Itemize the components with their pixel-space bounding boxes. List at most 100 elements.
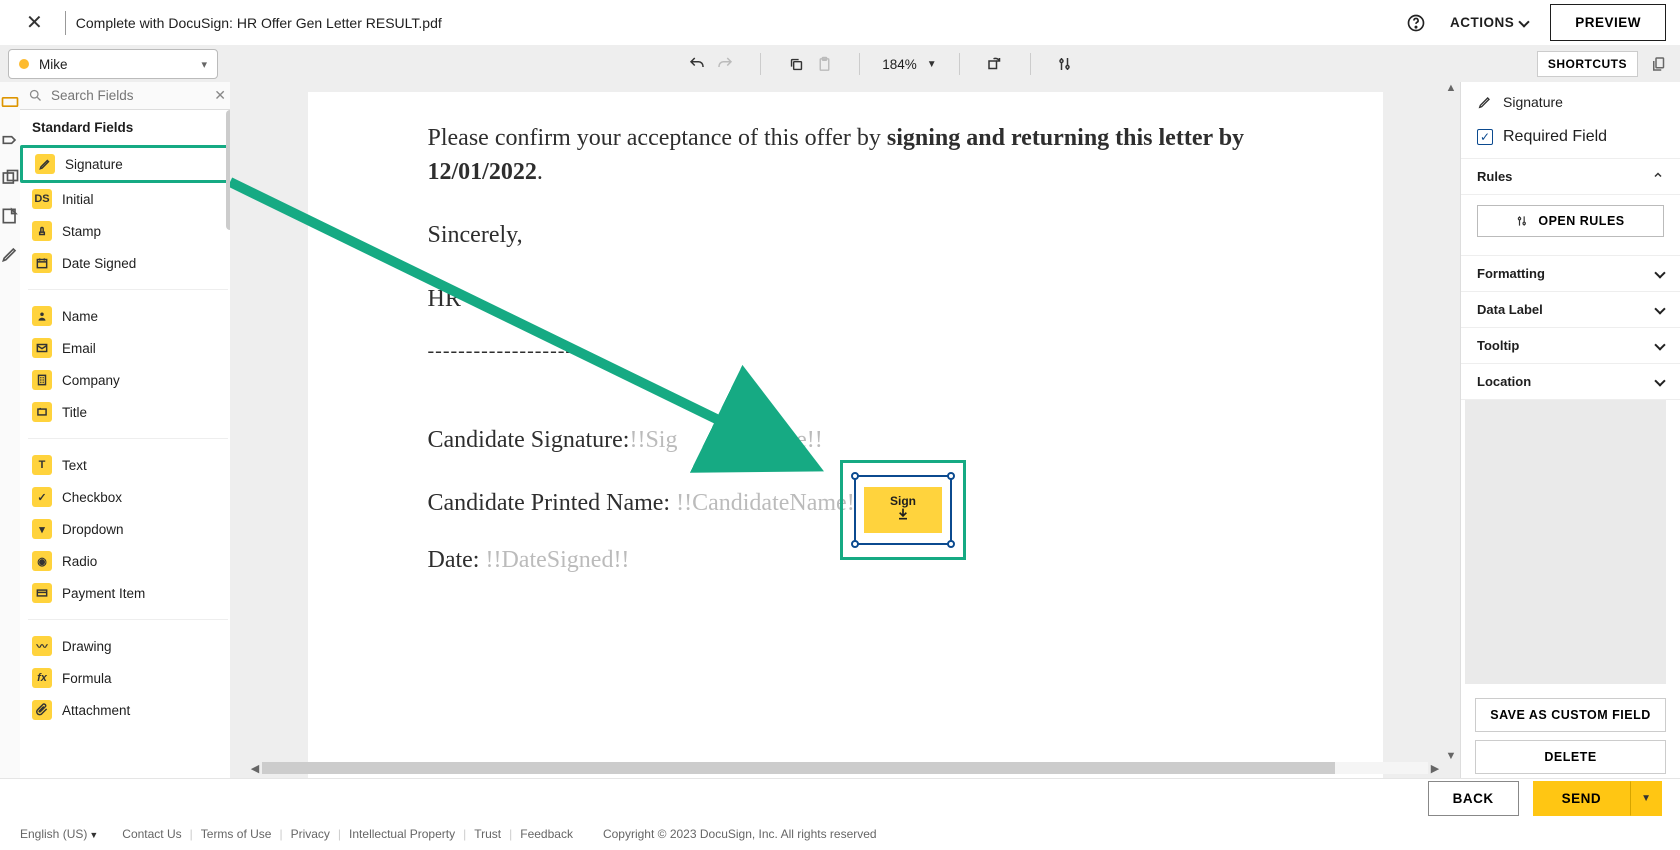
resize-handle[interactable]	[947, 540, 955, 548]
field-title[interactable]: Title	[20, 396, 236, 428]
scroll-up-icon[interactable]: ▲	[1446, 82, 1457, 94]
dropdown-icon: ▾	[32, 519, 52, 539]
field-payment[interactable]: Payment Item	[20, 577, 236, 609]
field-stamp[interactable]: Stamp	[20, 215, 236, 247]
doc-sincerely: Sincerely,	[428, 219, 1263, 253]
signature-field[interactable]: Sign	[854, 475, 952, 545]
field-checkbox[interactable]: ✓Checkbox	[20, 481, 236, 513]
edit-tab-icon[interactable]	[0, 244, 20, 264]
field-initial[interactable]: DSInitial	[20, 183, 236, 215]
divider	[760, 53, 761, 75]
search-icon	[28, 88, 43, 103]
delete-field-button[interactable]: DELETE	[1475, 740, 1666, 774]
footer-link[interactable]: Intellectual Property	[349, 827, 455, 841]
field-date-signed[interactable]: Date Signed	[20, 247, 236, 279]
prefill-tab-icon[interactable]	[0, 206, 20, 226]
help-icon[interactable]	[1406, 13, 1426, 33]
drawing-icon: 〰	[32, 636, 52, 656]
cand-sig-label: Candidate Signature:	[428, 427, 630, 454]
document-canvas[interactable]: Please confirm your acceptance of this o…	[230, 82, 1460, 778]
scroll-track[interactable]	[262, 762, 1428, 774]
field-label: Stamp	[62, 224, 101, 239]
paste-button[interactable]	[811, 51, 837, 77]
name-icon	[32, 306, 52, 326]
footer-link[interactable]: Contact Us	[122, 827, 181, 841]
custom-fields-tab-icon[interactable]	[0, 130, 20, 150]
open-rules-button[interactable]: OPEN RULES	[1477, 205, 1664, 237]
footer-link[interactable]: Trust	[474, 827, 501, 841]
field-formula[interactable]: fxFormula	[20, 662, 236, 694]
field-name[interactable]: Name	[20, 300, 236, 332]
resize-handle[interactable]	[851, 540, 859, 548]
close-icon[interactable]: ✕	[14, 10, 55, 35]
acc-tooltip[interactable]: Tooltip	[1461, 328, 1680, 364]
acc-label: Tooltip	[1477, 338, 1519, 353]
undo-button[interactable]	[684, 51, 710, 77]
resize-handle[interactable]	[851, 472, 859, 480]
field-signature[interactable]: Signature	[20, 145, 236, 183]
sign-inner: Sign	[864, 487, 942, 533]
field-dropdown[interactable]: ▾Dropdown	[20, 513, 236, 545]
actions-button[interactable]: ACTIONS	[1438, 9, 1540, 36]
resize-handle[interactable]	[947, 472, 955, 480]
language-select[interactable]: English (US)▼	[20, 827, 98, 841]
redo-button[interactable]	[712, 51, 738, 77]
divider	[28, 289, 228, 290]
field-email[interactable]: Email	[20, 332, 236, 364]
save-custom-field-button[interactable]: SAVE AS CUSTOM FIELD	[1475, 698, 1666, 732]
field-attachment[interactable]: Attachment	[20, 694, 236, 726]
acc-data-label[interactable]: Data Label	[1461, 292, 1680, 328]
zoom-control[interactable]: 184% ▼	[882, 57, 936, 72]
send-options-button[interactable]: ▼	[1630, 781, 1662, 816]
rotate-button[interactable]	[982, 51, 1008, 77]
doc-text: .	[537, 159, 543, 185]
scroll-right-icon[interactable]: ▶	[1428, 761, 1442, 775]
divider	[959, 53, 960, 75]
properties-panel: Signature ✓ Required Field Rules OPEN RU…	[1460, 82, 1680, 778]
scroll-down-icon[interactable]: ▼	[1446, 750, 1457, 762]
chevron-down-icon	[1654, 375, 1665, 386]
send-button[interactable]: SEND	[1533, 781, 1631, 816]
recipient-select[interactable]: Mike ▾	[8, 49, 218, 79]
footer-link[interactable]: Terms of Use	[201, 827, 272, 841]
lang-label: English (US)	[20, 827, 87, 841]
preview-button[interactable]: PREVIEW	[1550, 4, 1666, 41]
shortcuts-button[interactable]: SHORTCUTS	[1537, 51, 1638, 77]
chevron-down-icon: ▾	[201, 58, 207, 71]
field-label: Title	[62, 405, 87, 420]
toolbar: Mike ▾ 184% ▼ SHORTCUTS	[0, 46, 1680, 82]
standard-fields-tab-icon[interactable]	[0, 92, 20, 112]
acc-formatting[interactable]: Formatting	[1461, 256, 1680, 292]
field-radio[interactable]: ◉Radio	[20, 545, 236, 577]
cand-pn-ghost: !!CandidateName!!	[676, 490, 863, 516]
actions-label: ACTIONS	[1450, 15, 1514, 30]
scroll-filler	[1465, 400, 1666, 684]
acc-rules[interactable]: Rules	[1461, 159, 1680, 195]
copy-button[interactable]	[783, 51, 809, 77]
field-text[interactable]: TText	[20, 449, 236, 481]
field-label: Attachment	[62, 703, 130, 718]
clear-search-icon[interactable]: ✕	[214, 87, 226, 104]
settings-icon[interactable]	[1053, 51, 1079, 77]
accordion: Rules OPEN RULES Formatting Data Label T…	[1461, 158, 1680, 400]
scroll-left-icon[interactable]: ◀	[248, 761, 262, 775]
scroll-thumb[interactable]	[262, 762, 1335, 774]
acc-location[interactable]: Location	[1461, 364, 1680, 400]
field-company[interactable]: Company	[20, 364, 236, 396]
duplicate-icon[interactable]	[1646, 51, 1672, 77]
field-label: Radio	[62, 554, 97, 569]
document-page: Please confirm your acceptance of this o…	[308, 92, 1383, 778]
cand-sig-ghost: !!Sig	[629, 427, 677, 454]
field-drawing[interactable]: 〰Drawing	[20, 630, 236, 662]
footer-link[interactable]: Feedback	[520, 827, 573, 841]
acc-label: Location	[1477, 374, 1531, 389]
required-checkbox[interactable]: ✓ Required Field	[1477, 128, 1664, 146]
field-label: Text	[62, 458, 87, 473]
footer-link[interactable]: Privacy	[291, 827, 330, 841]
merge-fields-tab-icon[interactable]	[0, 168, 20, 188]
search-fields-input[interactable]	[51, 88, 228, 103]
field-label: Email	[62, 341, 96, 356]
top-header: ✕ Complete with DocuSign: HR Offer Gen L…	[0, 0, 1680, 46]
attachment-icon	[32, 700, 52, 720]
back-button[interactable]: BACK	[1428, 781, 1519, 816]
